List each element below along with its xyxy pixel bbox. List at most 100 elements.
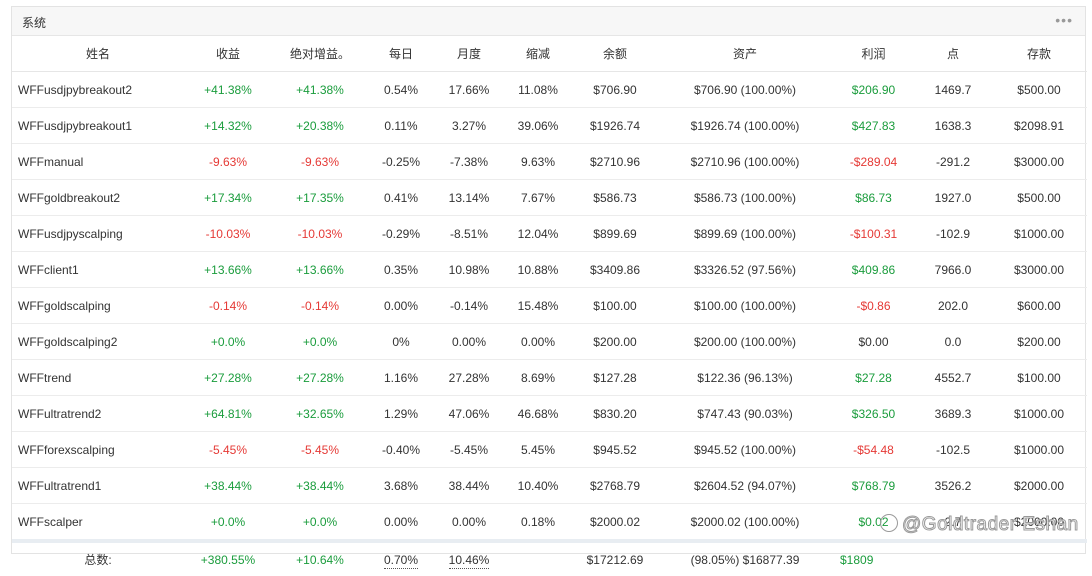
table-row[interactable]: WFFgoldscalping2 +0.0% +0.0% 0% 0.00% 0.00% $2… bbox=[12, 323, 1087, 360]
cell-pips: 1469.7 bbox=[915, 71, 991, 108]
table-row[interactable]: WFFforexscalping -5.45% -5.45% -0.40% -5.45%… bbox=[12, 431, 1087, 468]
col-header-pips[interactable]: 点 bbox=[915, 36, 991, 72]
col-header-drawdown[interactable]: 缩减 bbox=[504, 36, 572, 72]
cell-profit: -$0.86 bbox=[832, 287, 915, 324]
cell-daily: 0.35% bbox=[368, 251, 434, 288]
table-row[interactable]: WFFgoldbreakout2 +17.34% +17.35% 0.41% 13.14… bbox=[12, 179, 1087, 216]
cell-drawdown: 12.04% bbox=[504, 215, 572, 252]
cell-deposits: $2098.91 bbox=[991, 107, 1087, 144]
cell-equity: $2710.96 (100.00%) bbox=[658, 143, 832, 180]
cell-abs-gain: -0.14% bbox=[272, 287, 368, 324]
col-header-name[interactable]: 姓名 bbox=[12, 36, 184, 72]
cell-abs-gain: +41.38% bbox=[272, 71, 368, 108]
watermark-text: @Goldtrader Eshan bbox=[902, 514, 1079, 536]
cell-drawdown: 15.48% bbox=[504, 287, 572, 324]
cell-gain: +38.44% bbox=[184, 467, 272, 504]
cell-profit: $409.86 bbox=[832, 251, 915, 288]
col-header-gain[interactable]: 收益 bbox=[184, 36, 272, 72]
cell-balance: $1926.74 bbox=[572, 107, 658, 144]
total-drawdown bbox=[504, 539, 572, 576]
cell-name: WFFusdjpybreakout2 bbox=[12, 71, 184, 108]
col-header-balance[interactable]: 余额 bbox=[572, 36, 658, 72]
panel-header: 系统 ••• bbox=[12, 7, 1085, 36]
cell-balance: $127.28 bbox=[572, 359, 658, 396]
table-row[interactable]: WFFusdjpybreakout1 +14.32% +20.38% 0.11% 3.2… bbox=[12, 107, 1087, 144]
col-header-deposits[interactable]: 存款 bbox=[991, 36, 1087, 72]
zhihu-logo-icon bbox=[880, 514, 898, 532]
total-monthly: 10.46% bbox=[434, 539, 504, 576]
table-row[interactable]: WFFusdjpybreakout2 +41.38% +41.38% 0.54% 17.… bbox=[12, 71, 1087, 108]
cell-name: WFFgoldscalping bbox=[12, 287, 184, 324]
cell-gain: -0.14% bbox=[184, 287, 272, 324]
table-row[interactable]: WFFclient1 +13.66% +13.66% 0.35% 10.98% 10.88… bbox=[12, 251, 1087, 288]
cell-gain: +17.34% bbox=[184, 179, 272, 216]
total-daily-value[interactable]: 0.70% bbox=[383, 552, 419, 569]
cell-equity: $1926.74 (100.00%) bbox=[658, 107, 832, 144]
cell-pips: 4552.7 bbox=[915, 359, 991, 396]
cell-name: WFFscalper bbox=[12, 503, 184, 542]
table-row[interactable]: WFFmanual -9.63% -9.63% -0.25% -7.38% 9.63% $2… bbox=[12, 143, 1087, 180]
cell-monthly: 3.27% bbox=[434, 107, 504, 144]
table-row[interactable]: WFFtrend +27.28% +27.28% 1.16% 27.28% 8.69% $1… bbox=[12, 359, 1087, 396]
total-gain: +380.55% bbox=[184, 539, 272, 576]
cell-abs-gain: +0.0% bbox=[272, 323, 368, 360]
cell-equity: $586.73 (100.00%) bbox=[658, 179, 832, 216]
cell-abs-gain: +0.0% bbox=[272, 503, 368, 542]
cell-deposits: $500.00 bbox=[991, 179, 1087, 216]
total-monthly-value[interactable]: 10.46% bbox=[448, 552, 490, 569]
cell-abs-gain: -5.45% bbox=[272, 431, 368, 468]
cell-profit: -$54.48 bbox=[832, 431, 915, 468]
cell-abs-gain: +13.66% bbox=[272, 251, 368, 288]
col-header-equity[interactable]: 资产 bbox=[658, 36, 832, 72]
cell-equity: $100.00 (100.00%) bbox=[658, 287, 832, 324]
table-row[interactable]: WFFusdjpyscalping -10.03% -10.03% -0.29% -8.… bbox=[12, 215, 1087, 252]
total-profit: $1809 bbox=[832, 539, 915, 576]
cell-daily: 0.41% bbox=[368, 179, 434, 216]
cell-monthly: -0.14% bbox=[434, 287, 504, 324]
cell-balance: $830.20 bbox=[572, 395, 658, 432]
col-header-abs-gain[interactable]: 绝对增益。 bbox=[272, 36, 368, 72]
cell-drawdown: 46.68% bbox=[504, 395, 572, 432]
cell-drawdown: 9.63% bbox=[504, 143, 572, 180]
cell-name: WFFmanual bbox=[12, 143, 184, 180]
cell-pips: 202.0 bbox=[915, 287, 991, 324]
cell-drawdown: 7.67% bbox=[504, 179, 572, 216]
cell-equity: $2000.02 (100.00%) bbox=[658, 503, 832, 542]
cell-profit: -$100.31 bbox=[832, 215, 915, 252]
total-pips bbox=[915, 539, 991, 576]
cell-abs-gain: +32.65% bbox=[272, 395, 368, 432]
cell-equity: $945.52 (100.00%) bbox=[658, 431, 832, 468]
col-header-daily[interactable]: 每日 bbox=[368, 36, 434, 72]
table-row[interactable]: WFFultratrend2 +64.81% +32.65% 1.29% 47.06% 4… bbox=[12, 395, 1087, 432]
cell-balance: $586.73 bbox=[572, 179, 658, 216]
table-row[interactable]: WFFgoldscalping -0.14% -0.14% 0.00% -0.14% 15… bbox=[12, 287, 1087, 324]
cell-deposits: $2000.00 bbox=[991, 467, 1087, 504]
systems-table: 姓名 收益 绝对增益。 每日 月度 缩减 余额 资产 利润 点 存款 WFFus… bbox=[12, 36, 1087, 576]
more-dots-icon[interactable]: ••• bbox=[1055, 13, 1073, 27]
col-header-monthly[interactable]: 月度 bbox=[434, 36, 504, 72]
cell-name: WFFusdjpybreakout1 bbox=[12, 107, 184, 144]
cell-name: WFFusdjpyscalping bbox=[12, 215, 184, 252]
cell-pips: -102.5 bbox=[915, 431, 991, 468]
cell-abs-gain: -9.63% bbox=[272, 143, 368, 180]
cell-gain: -10.03% bbox=[184, 215, 272, 252]
table-row[interactable]: WFFultratrend1 +38.44% +38.44% 3.68% 38.44% 1… bbox=[12, 467, 1087, 504]
cell-pips: 7966.0 bbox=[915, 251, 991, 288]
cell-balance: $2000.02 bbox=[572, 503, 658, 542]
cell-drawdown: 0.00% bbox=[504, 323, 572, 360]
cell-gain: +41.38% bbox=[184, 71, 272, 108]
cell-deposits: $3000.00 bbox=[991, 143, 1087, 180]
cell-pips: 3526.2 bbox=[915, 467, 991, 504]
cell-profit: $206.90 bbox=[832, 71, 915, 108]
cell-monthly: 13.14% bbox=[434, 179, 504, 216]
cell-monthly: 0.00% bbox=[434, 503, 504, 542]
cell-profit: $768.79 bbox=[832, 467, 915, 504]
cell-equity: $3326.52 (97.56%) bbox=[658, 251, 832, 288]
cell-deposits: $500.00 bbox=[991, 71, 1087, 108]
cell-equity: $747.43 (90.03%) bbox=[658, 395, 832, 432]
cell-drawdown: 0.18% bbox=[504, 503, 572, 542]
cell-equity: $122.36 (96.13%) bbox=[658, 359, 832, 396]
col-header-profit[interactable]: 利润 bbox=[832, 36, 915, 72]
total-abs-gain: +10.64% bbox=[272, 539, 368, 576]
cell-drawdown: 10.88% bbox=[504, 251, 572, 288]
